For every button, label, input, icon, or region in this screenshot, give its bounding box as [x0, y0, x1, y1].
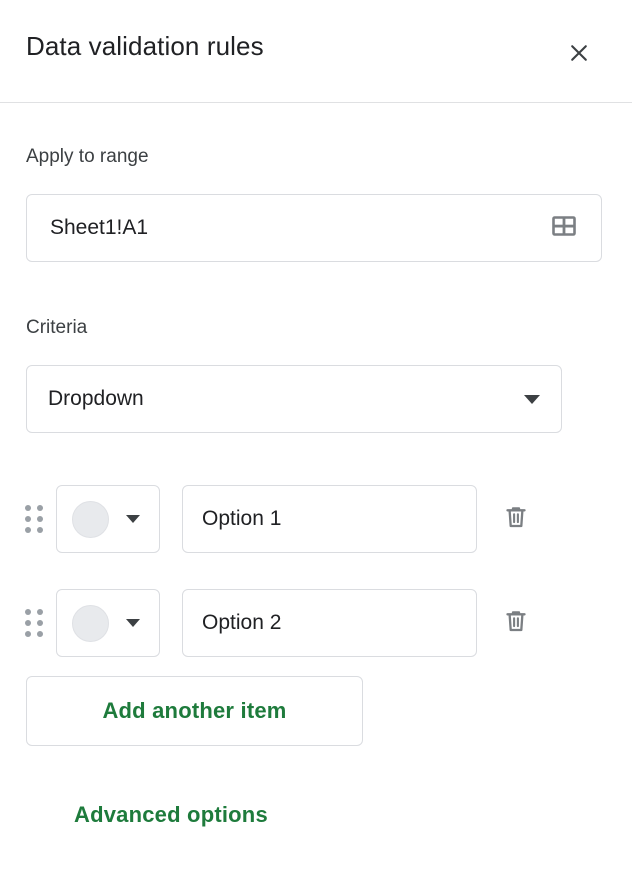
dropdown-option-row: Option 2 [0, 589, 632, 657]
drag-handle-icon[interactable] [24, 607, 44, 639]
option-color-dropdown[interactable] [56, 589, 160, 657]
criteria-dropdown[interactable]: Dropdown [26, 365, 562, 433]
apply-to-range-label: Apply to range [26, 146, 149, 167]
option-value-text: Option 2 [202, 611, 282, 634]
panel-header: Data validation rules [0, 0, 632, 103]
chevron-down-icon [524, 395, 540, 404]
option-value-input[interactable]: Option 2 [182, 589, 477, 657]
grid-table-icon [551, 213, 577, 244]
option-value-input[interactable]: Option 1 [182, 485, 477, 553]
advanced-options-link[interactable]: Advanced options [74, 802, 268, 828]
chevron-down-icon [126, 619, 140, 627]
option-value-text: Option 1 [202, 507, 282, 530]
delete-option-button[interactable] [496, 499, 536, 539]
trash-icon [503, 504, 529, 535]
add-another-item-button[interactable]: Add another item [26, 676, 363, 746]
close-icon [567, 41, 591, 65]
select-data-range-button[interactable] [544, 208, 584, 248]
drag-handle-icon[interactable] [24, 503, 44, 535]
criteria-selected-value: Dropdown [48, 387, 144, 410]
close-button[interactable] [559, 33, 599, 73]
delete-option-button[interactable] [496, 603, 536, 643]
range-input-value: Sheet1!A1 [50, 216, 149, 239]
dropdown-option-row: Option 1 [0, 485, 632, 553]
page-title: Data validation rules [26, 31, 264, 61]
range-input[interactable]: Sheet1!A1 [26, 194, 602, 262]
data-validation-panel: Data validation rules Apply to range She… [0, 0, 632, 884]
color-swatch-icon [72, 605, 109, 642]
trash-icon [503, 608, 529, 639]
option-color-dropdown[interactable] [56, 485, 160, 553]
color-swatch-icon [72, 501, 109, 538]
chevron-down-icon [126, 515, 140, 523]
criteria-label: Criteria [26, 317, 88, 338]
